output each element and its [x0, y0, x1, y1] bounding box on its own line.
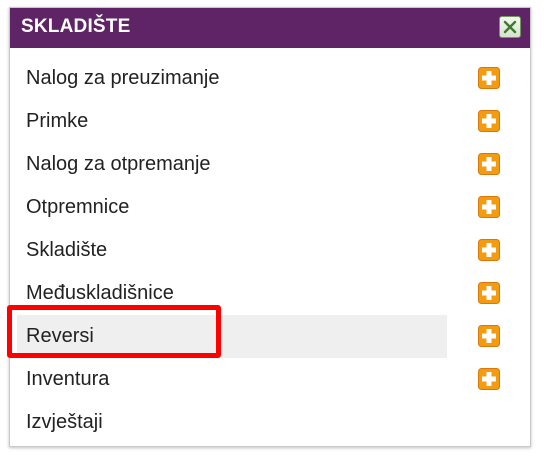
panel-header: SKLADIŠTE: [10, 8, 530, 48]
menu-item-nalog-za-otpremanje: Nalog za otpremanje: [10, 143, 530, 186]
menu-item-label[interactable]: Reversi: [17, 315, 447, 358]
menu-item-label[interactable]: Nalog za preuzimanje: [17, 57, 447, 100]
plus-icon: [478, 368, 500, 390]
add-otpremnice-button[interactable]: [478, 196, 500, 218]
menu-item-label[interactable]: Otpremnice: [17, 186, 447, 229]
plus-icon: [478, 282, 500, 304]
plus-icon: [478, 110, 500, 132]
menu-item-label[interactable]: Izvještaji: [17, 401, 447, 444]
plus-icon: [478, 153, 500, 175]
panel-title: SKLADIŠTE: [21, 16, 131, 37]
menu-item-nalog-za-preuzimanje: Nalog za preuzimanje: [10, 57, 530, 100]
menu-item-label[interactable]: Nalog za otpremanje: [17, 143, 447, 186]
skladiste-panel: SKLADIŠTE Nalog za preuzimanje Primke Na…: [9, 7, 531, 447]
close-icon: [503, 20, 517, 34]
add-nalog-za-preuzimanje-button[interactable]: [478, 67, 500, 89]
plus-icon: [478, 196, 500, 218]
add-meduskladisnice-button[interactable]: [478, 282, 500, 304]
menu-item-label[interactable]: Inventura: [17, 358, 447, 401]
add-skladiste-button[interactable]: [478, 239, 500, 261]
menu-item-label[interactable]: Međuskladišnice: [17, 272, 447, 315]
menu-item-inventura: Inventura: [10, 358, 530, 401]
plus-icon: [478, 67, 500, 89]
add-inventura-button[interactable]: [478, 368, 500, 390]
add-primke-button[interactable]: [478, 110, 500, 132]
menu-item-meduskladisnice: Međuskladišnice: [10, 272, 530, 315]
close-button[interactable]: [499, 16, 521, 38]
plus-icon: [478, 239, 500, 261]
menu-item-izvjestaji: Izvještaji: [10, 401, 530, 444]
menu-item-label[interactable]: Primke: [17, 100, 447, 143]
menu-item-primke: Primke: [10, 100, 530, 143]
add-reversi-button[interactable]: [478, 325, 500, 347]
menu-item-label[interactable]: Skladište: [17, 229, 447, 272]
plus-icon: [478, 325, 500, 347]
menu-item-otpremnice: Otpremnice: [10, 186, 530, 229]
add-nalog-za-otpremanje-button[interactable]: [478, 153, 500, 175]
menu-item-skladiste: Skladište: [10, 229, 530, 272]
menu-list: Nalog za preuzimanje Primke Nalog za otp…: [10, 57, 530, 444]
menu-item-reversi: Reversi: [10, 315, 530, 358]
